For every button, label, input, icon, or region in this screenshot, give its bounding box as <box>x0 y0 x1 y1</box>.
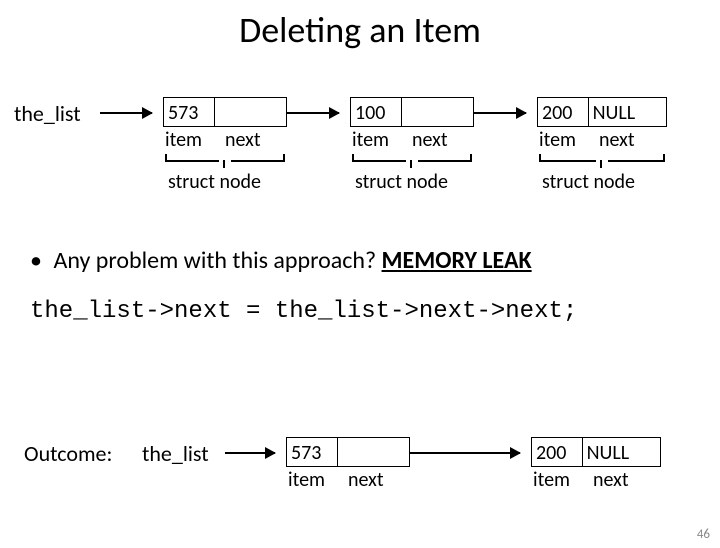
node-next-value <box>402 98 473 126</box>
item-label: item <box>533 468 593 492</box>
item-label: item <box>539 128 599 152</box>
arrow-icon <box>100 112 152 114</box>
bullet-line: • Any problem with this approach? MEMORY… <box>30 246 690 275</box>
brace-icon <box>352 154 472 168</box>
struct-label: struct node <box>542 170 635 194</box>
item-label: item <box>352 128 412 152</box>
next-label: next <box>225 128 261 152</box>
next-label: next <box>599 128 635 152</box>
node-box: 100 <box>350 97 474 127</box>
next-label: next <box>412 128 448 152</box>
node-item-value: 200 <box>538 98 588 126</box>
next-label: next <box>593 468 629 492</box>
arrow-icon <box>225 452 275 454</box>
arrow-icon <box>474 112 526 114</box>
after-diagram: the_list 573 item next 200 NULL item nex… <box>0 428 720 538</box>
struct-label: struct node <box>168 170 261 194</box>
node-field-labels: item next <box>288 468 414 492</box>
node-field-labels: item next <box>533 468 665 492</box>
next-label: next <box>348 468 384 492</box>
node-box: 200 NULL <box>531 437 661 467</box>
bullet-emphasis: MEMORY LEAK <box>382 246 532 275</box>
node-box: 573 <box>286 437 410 467</box>
node-field-labels: item next <box>539 128 671 152</box>
item-label: item <box>288 468 348 492</box>
node-item-value: 200 <box>532 438 582 466</box>
brace-icon <box>539 154 665 168</box>
node-item-value: 100 <box>351 98 401 126</box>
item-label: item <box>165 128 225 152</box>
struct-label: struct node <box>355 170 448 194</box>
node-field-labels: item next <box>352 128 478 152</box>
node-field-labels: item next <box>165 128 291 152</box>
node-next-value <box>338 438 409 466</box>
node-next-value: NULL <box>589 98 666 126</box>
list-head-label: the_list <box>142 440 209 467</box>
node-item-value: 573 <box>287 438 337 466</box>
node-next-value <box>215 98 286 126</box>
before-diagram: the_list 573 item next struct node 100 i… <box>0 100 720 220</box>
brace-icon <box>165 154 285 168</box>
arrow-icon <box>410 452 520 454</box>
bullet-icon: • <box>30 246 48 275</box>
node-box: 573 <box>163 97 287 127</box>
slide-title: Deleting an Item <box>0 8 720 52</box>
list-head-label: the_list <box>14 100 81 127</box>
arrow-icon <box>287 112 339 114</box>
code-line: the_list->next = the_list->next->next; <box>30 298 577 325</box>
node-next-value: NULL <box>583 438 660 466</box>
node-item-value: 573 <box>164 98 214 126</box>
bullet-text: Any problem with this approach? <box>53 246 381 275</box>
node-box: 200 NULL <box>537 97 667 127</box>
